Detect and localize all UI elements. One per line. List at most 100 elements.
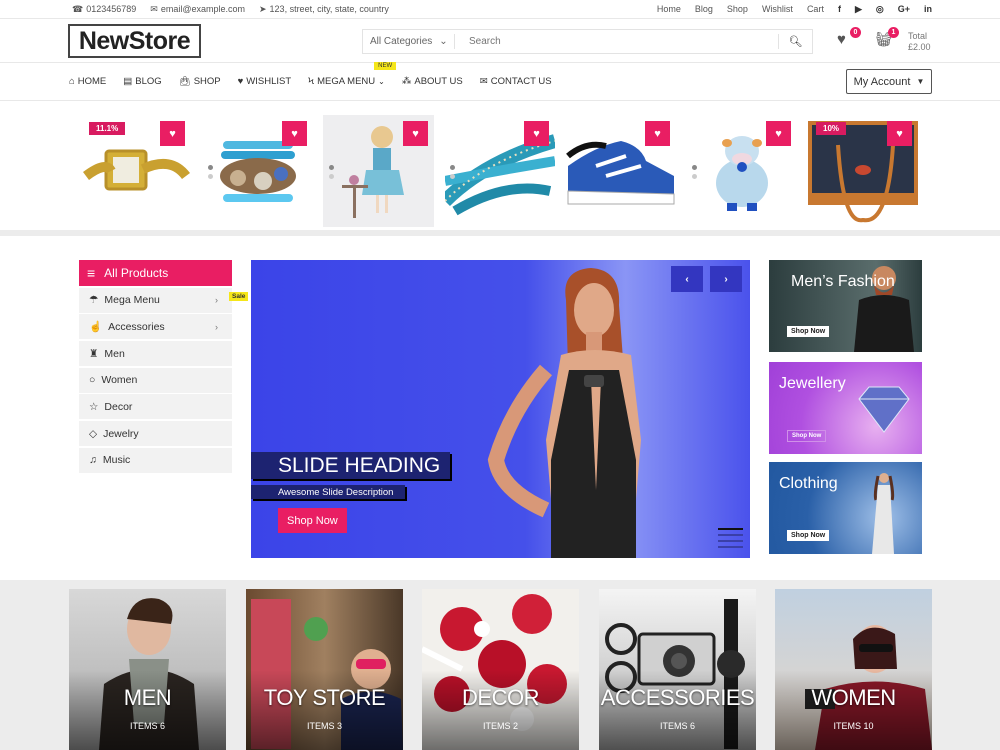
product-card[interactable]: 10% ♥ bbox=[807, 115, 918, 227]
slider-dot[interactable] bbox=[718, 528, 743, 530]
product-card[interactable]: ♥ bbox=[686, 115, 797, 227]
phone-icon: ☎ bbox=[72, 3, 84, 14]
search-input[interactable] bbox=[455, 36, 778, 47]
slider-dot[interactable] bbox=[718, 534, 743, 536]
product-card[interactable]: ♥ bbox=[323, 115, 434, 227]
category-name: ACCESSORIES bbox=[600, 685, 755, 710]
category-card-accessories[interactable]: ACCESSORIES ITEMS 6 bbox=[599, 589, 756, 750]
category-card-women[interactable]: WOMEN ITEMS 10 bbox=[775, 589, 932, 750]
chevron-right-icon: › bbox=[215, 321, 218, 332]
hero-slider[interactable]: ‹ › SLIDE HEADING Awesome Slide Descript… bbox=[251, 260, 750, 558]
category-name: MEN bbox=[123, 685, 172, 710]
heart-icon: ♥ bbox=[775, 127, 782, 140]
top-link-shop[interactable]: Shop bbox=[727, 4, 748, 14]
wishlist-count-badge: 0 bbox=[850, 27, 861, 38]
heart-icon: ♥ bbox=[412, 127, 419, 140]
image-dots bbox=[450, 165, 455, 179]
top-link-cart[interactable]: Cart bbox=[807, 4, 824, 14]
googleplus-icon[interactable]: G+ bbox=[898, 4, 910, 15]
add-to-wishlist-button[interactable]: ♥ bbox=[160, 121, 185, 146]
slider-prev-button[interactable]: ‹ bbox=[671, 266, 703, 292]
top-link-blog[interactable]: Blog bbox=[695, 4, 713, 14]
nav-shop[interactable]: 👜︎ Shop bbox=[179, 76, 221, 87]
envelope-icon: ✉ bbox=[479, 76, 488, 87]
nav-contact-us[interactable]: ✉ Contact Us bbox=[480, 76, 552, 87]
top-link-wishlist[interactable]: Wishlist bbox=[762, 4, 793, 14]
product-card[interactable]: 11.1% ♥ bbox=[80, 115, 191, 227]
nav-about-label: About Us bbox=[414, 76, 463, 87]
sidebar-item-mega-menu[interactable]: ☂ Mega Menu › bbox=[79, 287, 232, 313]
product-card[interactable]: ♥ bbox=[444, 115, 555, 227]
sidebar-item-women[interactable]: ○ Women bbox=[79, 367, 232, 393]
heart-icon: ♥ bbox=[169, 127, 176, 140]
product-card[interactable]: ♥ bbox=[565, 115, 676, 227]
heart-icon: ♥ bbox=[533, 127, 540, 140]
nav-blog[interactable]: ▤ Blog bbox=[123, 76, 161, 87]
slider-dot[interactable] bbox=[718, 546, 743, 548]
slider-pagination[interactable] bbox=[718, 528, 743, 548]
banner-shop-now-button[interactable]: Shop Now bbox=[787, 430, 827, 442]
linkedin-icon[interactable]: in bbox=[924, 4, 932, 15]
sidebar-item-men[interactable]: ♜ Men bbox=[79, 341, 232, 367]
document-icon: ▤ bbox=[123, 76, 133, 87]
category-name: WOMEN bbox=[811, 685, 896, 710]
slide-shop-now-button[interactable]: Shop Now bbox=[278, 508, 347, 533]
music-icon: ♫ bbox=[89, 454, 97, 467]
all-products-header[interactable]: ≡ All Products bbox=[79, 260, 232, 286]
total-value: £2.00 bbox=[908, 42, 931, 52]
my-account-label: My Account bbox=[853, 75, 911, 88]
phone-text: 0123456789 bbox=[86, 4, 137, 14]
my-account-dropdown[interactable]: My Account ▼ bbox=[846, 69, 932, 94]
nav-mega-menu[interactable]: ϟ Mega Menu ⌄ NEW bbox=[308, 62, 397, 87]
instagram-icon[interactable]: ◎ bbox=[876, 4, 884, 15]
nav-wishlist[interactable]: ♥ Wishlist bbox=[238, 76, 292, 87]
category-count: ITEMS 3 bbox=[306, 721, 342, 731]
logo[interactable]: NewStore bbox=[68, 24, 201, 58]
banner-shop-now-button[interactable]: Shop Now bbox=[787, 326, 830, 337]
add-to-wishlist-button[interactable]: ♥ bbox=[524, 121, 549, 146]
chevron-right-icon: › bbox=[215, 295, 218, 306]
search-button[interactable]: 🔍︎ bbox=[778, 34, 812, 49]
nav-about-us[interactable]: ⁂ About Us bbox=[402, 76, 463, 87]
slider-next-button[interactable]: › bbox=[710, 266, 742, 292]
banner-mens-fashion[interactable]: Men’s Fashion Shop Now bbox=[769, 260, 922, 352]
nav-blog-label: Blog bbox=[135, 76, 162, 87]
sidebar-item-label: Decor bbox=[104, 400, 133, 413]
add-to-wishlist-button[interactable]: ♥ bbox=[282, 121, 307, 146]
category-count: ITEMS 6 bbox=[659, 721, 695, 731]
slide-description: Awesome Slide Description bbox=[251, 485, 406, 499]
nav-contact-label: Contact Us bbox=[490, 76, 552, 87]
add-to-wishlist-button[interactable]: ♥ bbox=[887, 121, 912, 146]
banner-shop-now-button[interactable]: Shop Now bbox=[787, 530, 830, 541]
product-card[interactable]: ♥ bbox=[202, 115, 313, 227]
home-icon: ⌂ bbox=[69, 76, 75, 87]
sidebar-item-accessories[interactable]: ☝ Accessories › bbox=[79, 314, 232, 340]
facebook-icon[interactable]: f bbox=[838, 4, 841, 15]
search-icon: 🔍︎ bbox=[788, 36, 803, 48]
category-card-decor[interactable]: DECOR ITEMS 2 bbox=[422, 589, 579, 750]
add-to-wishlist-button[interactable]: ♥ bbox=[403, 121, 428, 146]
top-link-home[interactable]: Home bbox=[657, 4, 681, 14]
category-sidebar: ≡ All Products ☂ Mega Menu › ☝ Accessories › … bbox=[79, 260, 232, 473]
category-card-men[interactable]: MEN ITEMS 6 bbox=[69, 589, 226, 750]
wishlist-button[interactable]: ♥ bbox=[837, 31, 846, 48]
shopping-bag-icon: 👜︎ bbox=[178, 76, 191, 87]
nav-wishlist-label: Wishlist bbox=[246, 76, 292, 87]
contact-info: ☎ 0123456789 ✉ email@example.com ➤ 123, str… bbox=[72, 4, 389, 15]
youtube-icon[interactable]: ▶ bbox=[855, 4, 862, 15]
sidebar-item-jewelry[interactable]: ◇ Jewelry bbox=[79, 421, 232, 447]
slider-dot[interactable] bbox=[718, 540, 743, 542]
cart-total[interactable]: Total £2.00 bbox=[908, 31, 931, 53]
banner-jewellery[interactable]: Jewellery Shop Now bbox=[769, 362, 922, 454]
category-select[interactable]: All Categories ⌄ bbox=[363, 34, 455, 49]
sidebar-item-decor[interactable]: ☆ Decor bbox=[79, 394, 232, 420]
sidebar-item-music[interactable]: ♫ Music bbox=[79, 447, 232, 473]
add-to-wishlist-button[interactable]: ♥ bbox=[766, 121, 791, 146]
all-products-title: All Products bbox=[104, 266, 169, 280]
category-card-toy-store[interactable]: TOY STORE ITEMS 3 bbox=[246, 589, 403, 750]
nav-home[interactable]: ⌂ Home bbox=[69, 76, 106, 87]
banner-clothing[interactable]: Clothing Shop Now bbox=[769, 462, 922, 554]
heart-icon: ♥ bbox=[896, 127, 903, 140]
add-to-wishlist-button[interactable]: ♥ bbox=[645, 121, 670, 146]
address-info: ➤ 123, street, city, state, country bbox=[259, 4, 389, 15]
